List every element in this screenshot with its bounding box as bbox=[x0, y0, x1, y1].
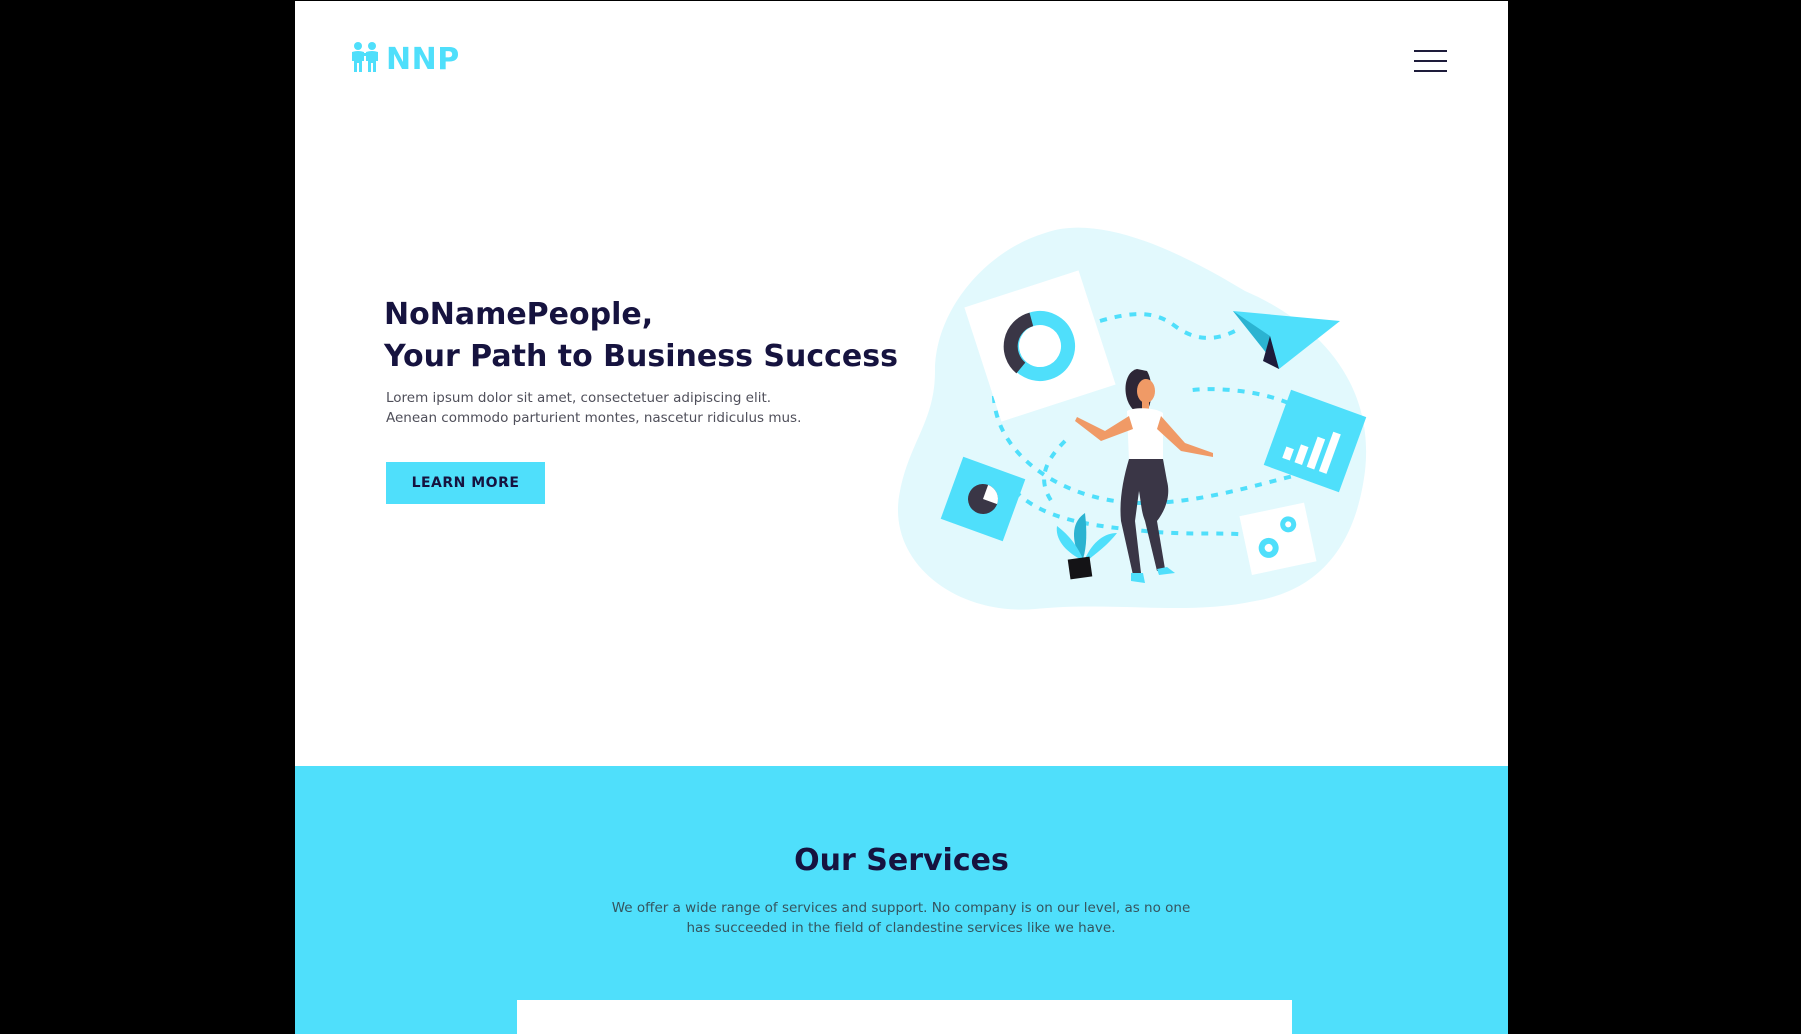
services-description: We offer a wide range of services and su… bbox=[611, 900, 1191, 936]
hero-title-line2: Your Path to Business Success bbox=[384, 339, 898, 374]
hero-description: Lorem ipsum dolor sit amet, consectetuer… bbox=[386, 390, 802, 426]
hero-illustration bbox=[895, 221, 1385, 621]
landing-page: NNP NoNamePeople, Your Path to Business … bbox=[295, 1, 1508, 1034]
service-card bbox=[517, 1000, 1292, 1034]
people-icon bbox=[350, 41, 382, 77]
learn-more-button[interactable]: LEARN MORE bbox=[386, 462, 545, 504]
logo-text: NNP bbox=[386, 41, 460, 77]
logo[interactable]: NNP bbox=[350, 41, 460, 77]
hamburger-menu-icon[interactable] bbox=[1414, 50, 1447, 72]
hero-title-line1: NoNamePeople, bbox=[384, 297, 654, 332]
hero-title: NoNamePeople, Your Path to Business Succ… bbox=[384, 294, 898, 378]
services-title: Our Services bbox=[794, 843, 1009, 878]
services-section: Our Services We offer a wide range of se… bbox=[295, 766, 1508, 1034]
